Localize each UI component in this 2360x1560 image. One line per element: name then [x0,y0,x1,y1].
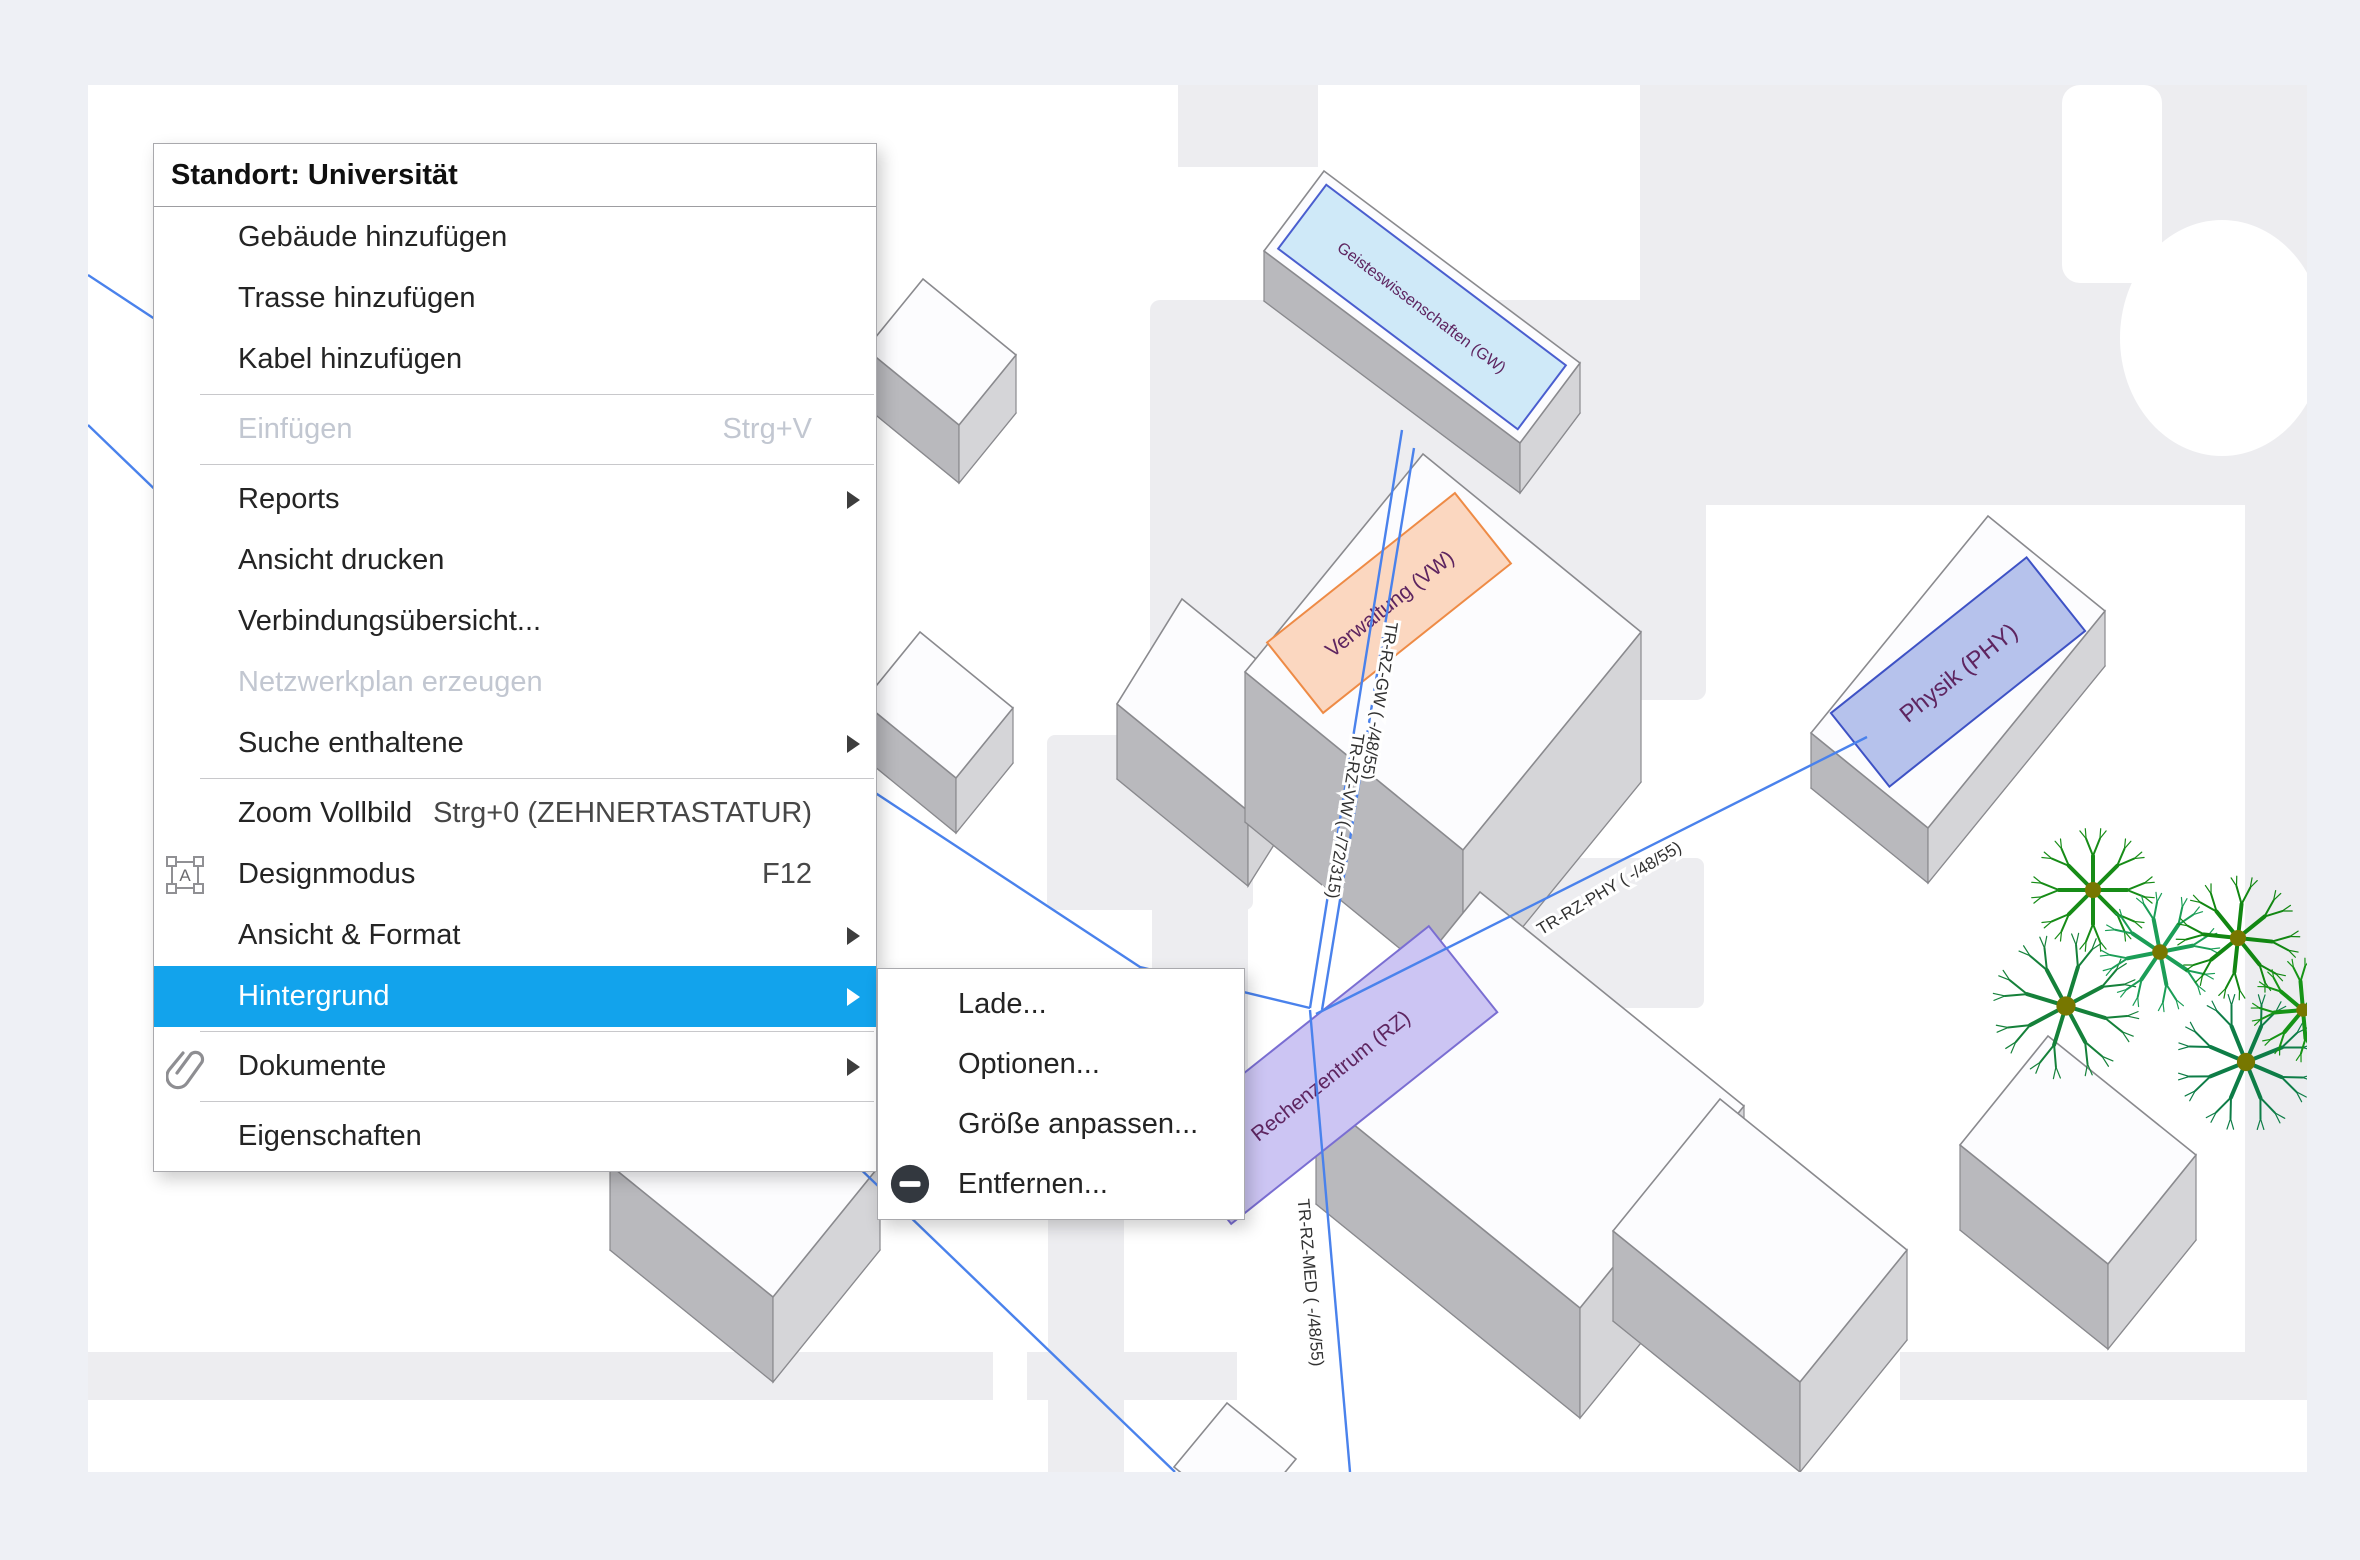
app-window: Geisteswissenschaften (GW) Verwaltung (V… [0,0,2360,1560]
menu-separator [200,394,874,395]
menu-item-dokumente[interactable]: Dokumente [154,1036,876,1097]
remove-icon [889,1163,931,1205]
paperclip-icon [166,1044,208,1090]
building-small-north[interactable] [866,279,1016,483]
menu-item-label: Designmodus [238,858,415,891]
menu-separator [200,464,874,465]
menu-separator [200,1031,874,1032]
menu-item-hintergrund[interactable]: Hintergrund [154,966,876,1027]
submenu-arrow-icon [847,1058,860,1076]
menu-item-ansicht-format[interactable]: Ansicht & Format [154,905,876,966]
building-small-west[interactable] [863,632,1013,833]
menu-separator [200,778,874,779]
menu-item-label: Kabel hinzufügen [238,343,462,376]
menu-separator [200,1101,874,1102]
menu-item-verbindungs-bersicht[interactable]: Verbindungsübersicht... [154,591,876,652]
submenu-item-label: Entfernen... [958,1168,1108,1201]
menu-item-shortcut: F12 [762,858,862,891]
menu-item-suche-enthaltene[interactable]: Suche enthaltene [154,713,876,774]
menu-item-zoom-vollbild[interactable]: Zoom Vollbild Strg+0 (ZEHNERTASTATUR) [154,783,876,844]
menu-item-label: Gebäude hinzufügen [238,221,507,254]
submenu-item-lade[interactable]: Lade... [878,974,1244,1034]
menu-item-ansicht-drucken[interactable]: Ansicht drucken [154,530,876,591]
menu-item-label: Einfügen [238,413,353,446]
submenu-item-label: Optionen... [958,1048,1100,1081]
menu-item-label: Suche enthaltene [238,727,464,760]
menu-item-shortcut: Strg+V [723,413,862,446]
building-phy[interactable]: Physik (PHY) [1811,516,2105,883]
submenu-item-label: Größe anpassen... [958,1108,1198,1141]
submenu-item-label: Lade... [958,988,1047,1021]
tree-icon [2032,829,2155,952]
menu-item-designmodus[interactable]: A Designmodus F12 [154,844,876,905]
menu-item-geb-ude-hinzuf-gen[interactable]: Gebäude hinzufügen [154,207,876,268]
menu-item-label: Ansicht drucken [238,544,444,577]
hintergrund-submenu: Lade... Optionen... Größe anpassen... Entfe… [877,968,1245,1220]
svg-text:A: A [179,866,191,885]
menu-item-trasse-hinzuf-gen[interactable]: Trasse hinzufügen [154,268,876,329]
designmode-icon: A [166,856,204,894]
context-menu: Standort: Universität Gebäude hinzufügen… [153,143,877,1172]
submenu-arrow-icon [847,988,860,1006]
menu-item-eigenschaften[interactable]: Eigenschaften [154,1106,876,1167]
submenu-item-entfernen[interactable]: Entfernen... [878,1154,1244,1214]
context-menu-header: Standort: Universität [154,144,876,207]
submenu-item-gr-e-anpassen[interactable]: Größe anpassen... [878,1094,1244,1154]
menu-item-netzwerkplan-erzeugen[interactable]: Netzwerkplan erzeugen [154,652,876,713]
submenu-item-optionen[interactable]: Optionen... [878,1034,1244,1094]
building-south-small[interactable] [1174,1403,1296,1472]
menu-item-label: Eigenschaften [238,1120,422,1153]
building-southeast[interactable] [1960,1036,2196,1349]
menu-item-reports[interactable]: Reports [154,469,876,530]
menu-item-label: Zoom Vollbild [238,797,412,830]
submenu-arrow-icon [847,491,860,509]
menu-item-label: Dokumente [238,1050,386,1083]
menu-item-einf-gen[interactable]: Einfügen Strg+V [154,399,876,460]
menu-item-label: Netzwerkplan erzeugen [238,666,543,699]
tree-icon [2100,892,2219,1011]
menu-item-label: Trasse hinzufügen [238,282,476,315]
menu-item-label: Ansicht & Format [238,919,460,952]
menu-item-label: Verbindungsübersicht... [238,605,541,638]
menu-item-kabel-hinzuf-gen[interactable]: Kabel hinzufügen [154,329,876,390]
cable-label-med: TR-RZ-MED ( -/48/55) [1294,1198,1328,1367]
menu-item-label: Reports [238,483,340,516]
menu-item-label: Hintergrund [238,980,390,1013]
submenu-arrow-icon [847,927,860,945]
submenu-arrow-icon [847,735,860,753]
menu-item-shortcut: Strg+0 (ZEHNERTASTATUR) [433,797,862,830]
